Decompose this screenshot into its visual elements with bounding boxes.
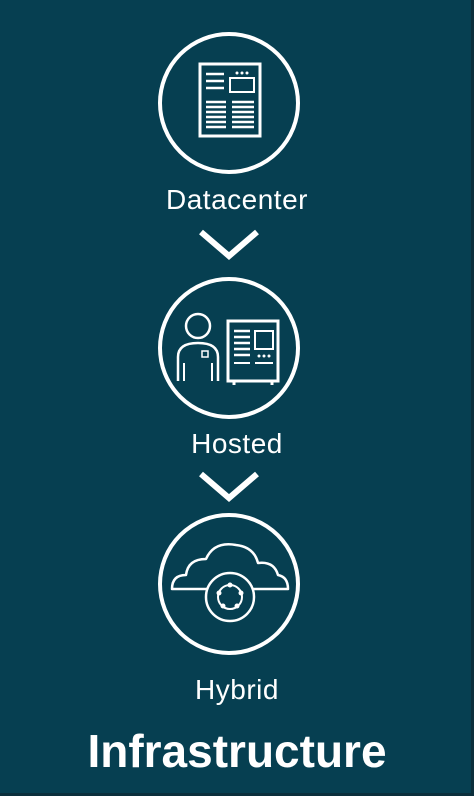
hybrid-circle	[158, 513, 300, 655]
person-with-server-icon	[176, 312, 280, 385]
chevron-down-icon	[199, 229, 259, 260]
step-label-hosted: Hosted	[191, 428, 283, 459]
step-label-hybrid: Hybrid	[195, 674, 279, 705]
chevron-down-icon	[199, 471, 259, 502]
step-label-datacenter: Datacenter	[166, 184, 308, 215]
cloud-network-icon	[170, 543, 290, 623]
infrastructure-panel: Datacenter Hosted Hybrid Infrastructure	[0, 0, 474, 796]
datacenter-circle	[158, 32, 300, 174]
hosted-circle	[158, 277, 300, 419]
page-title: Infrastructure	[87, 725, 387, 777]
server-rack-icon	[198, 62, 262, 138]
